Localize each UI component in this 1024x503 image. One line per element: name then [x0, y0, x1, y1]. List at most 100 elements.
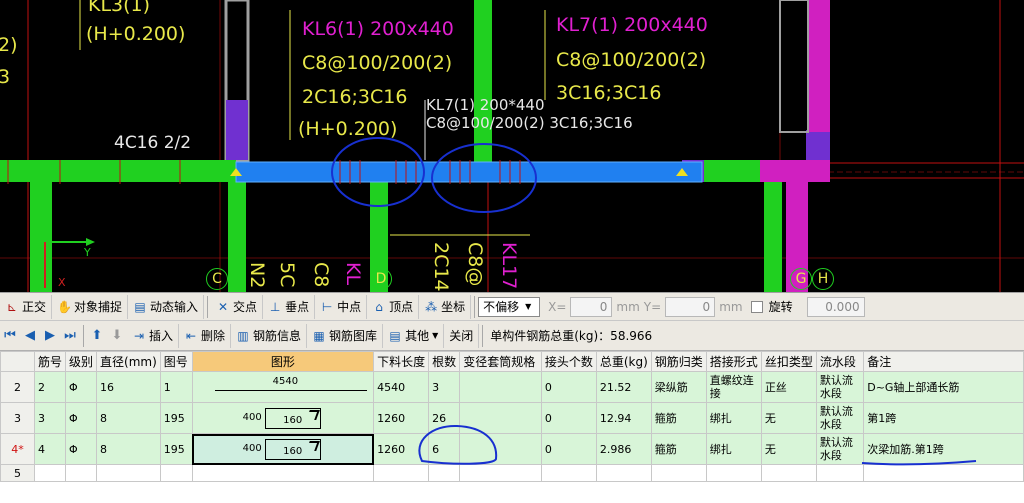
column-header[interactable]: 图号 [159, 351, 193, 372]
empty-cell[interactable] [428, 464, 461, 482]
empty-cell[interactable] [96, 464, 161, 482]
total-weight-cell[interactable]: 2.986 [595, 433, 652, 465]
segment-cell[interactable]: 默认流水段 [815, 402, 865, 434]
column-header[interactable]: 变径套筒规格 [459, 351, 542, 372]
bar-number-cell[interactable]: 2 [34, 371, 67, 403]
empty-cell[interactable] [595, 464, 652, 482]
segment-cell[interactable]: 默认流水段 [815, 433, 865, 465]
diameter-cell[interactable]: 8 [96, 433, 161, 465]
ortho-button[interactable]: ⊾ 正交 [0, 294, 53, 319]
column-header[interactable]: 接头个数 [540, 351, 597, 372]
x-coord-input[interactable] [570, 296, 613, 317]
bar-number-cell[interactable]: 4 [34, 433, 67, 465]
row-number[interactable]: 2 [0, 371, 36, 403]
cad-canvas[interactable]: KL3(1) (H+0.200) 2) 3 KL6(1) 200x440 C8@… [0, 0, 1024, 292]
column-header[interactable] [0, 351, 36, 372]
vertex-snap-button[interactable]: ⌂ 顶点 [367, 294, 420, 319]
column-header[interactable]: 总重(kg) [595, 351, 652, 372]
prev-record-button[interactable]: ◀ [20, 326, 40, 346]
joint-count-cell[interactable]: 0 [540, 433, 597, 465]
sleeve-spec-cell[interactable] [459, 371, 542, 403]
midpoint-snap-button[interactable]: ⊢ 中点 [315, 294, 368, 319]
empty-cell[interactable] [65, 464, 98, 482]
next-record-button[interactable]: ▶ [40, 326, 60, 346]
rebar-info-button[interactable]: ▥ 钢筋信息 [231, 323, 308, 348]
column-header[interactable]: 丝扣类型 [760, 351, 817, 372]
table-row[interactable]: 5 [0, 464, 1024, 482]
table-row[interactable]: 3 3 Φ 8 195 400 160 1260 26 0 12.94 箍筋 绑扎无默认流水段 第1跨 [0, 402, 1024, 434]
thread-type-cell[interactable]: 无 [760, 402, 817, 434]
object-snap-button[interactable]: ✋ 对象捕捉 [52, 294, 129, 319]
empty-cell[interactable] [815, 464, 865, 482]
column-header[interactable]: 直径(mm) [96, 351, 161, 372]
bar-number-cell[interactable]: 3 [34, 402, 67, 434]
rebar-library-button[interactable]: ▦ 钢筋图库 [307, 323, 384, 348]
shape-cell[interactable]: 400 160 [191, 402, 375, 434]
lap-type-cell[interactable]: 绑扎 [705, 402, 762, 434]
column-header[interactable]: 流水段 [815, 351, 865, 372]
total-weight-cell[interactable]: 12.94 [595, 402, 652, 434]
column-header[interactable]: 钢筋归类 [650, 351, 707, 372]
coordinate-snap-button[interactable]: ⁂ 坐标 [419, 294, 472, 319]
empty-cell[interactable] [159, 464, 193, 482]
total-weight-cell[interactable]: 21.52 [595, 371, 652, 403]
column-header[interactable]: 下料长度 [373, 351, 430, 372]
joint-count-cell[interactable]: 0 [540, 402, 597, 434]
row-number[interactable]: 5 [0, 464, 36, 482]
column-header[interactable]: 根数 [428, 351, 461, 372]
empty-cell[interactable] [34, 464, 67, 482]
intersection-snap-button[interactable]: ✕ 交点 [211, 294, 264, 319]
lap-type-cell[interactable]: 绑扎 [705, 433, 762, 465]
grade-cell[interactable]: Φ [65, 402, 98, 434]
empty-cell[interactable] [191, 464, 375, 482]
empty-cell[interactable] [540, 464, 597, 482]
count-cell[interactable]: 3 [428, 371, 461, 403]
empty-cell[interactable] [863, 464, 1024, 482]
category-cell[interactable]: 梁纵筋 [650, 371, 707, 403]
insert-button[interactable]: ⇥ 插入 [127, 323, 180, 348]
column-header[interactable]: 搭接形式 [705, 351, 762, 372]
figure-number-cell[interactable]: 195 [159, 402, 193, 434]
thread-type-cell[interactable]: 无 [760, 433, 817, 465]
segment-cell[interactable]: 默认流水段 [815, 371, 865, 403]
figure-number-cell[interactable]: 1 [159, 371, 193, 403]
rotate-checkbox[interactable] [750, 300, 763, 313]
thread-type-cell[interactable]: 正丝 [760, 371, 817, 403]
delete-button[interactable]: ⇤ 删除 [179, 323, 232, 348]
joint-count-cell[interactable]: 0 [540, 371, 597, 403]
empty-cell[interactable] [760, 464, 817, 482]
column-header[interactable]: 图形 [191, 351, 375, 372]
empty-cell[interactable] [705, 464, 762, 482]
empty-cell[interactable] [650, 464, 707, 482]
last-record-button[interactable]: ⏭ [60, 326, 80, 346]
cut-length-cell[interactable]: 4540 [373, 371, 430, 403]
diameter-cell[interactable]: 8 [96, 402, 161, 434]
move-down-button[interactable]: ⬇ [107, 326, 127, 346]
other-menu-button[interactable]: ▤ 其他 ▼ [383, 323, 445, 348]
grade-cell[interactable]: Φ [65, 371, 98, 403]
column-header[interactable]: 筋号 [34, 351, 67, 372]
row-number[interactable]: 3 [0, 402, 36, 434]
note-cell[interactable]: D~G轴上部通长筋 [863, 371, 1024, 403]
dynamic-input-button[interactable]: ▤ 动态输入 [128, 294, 205, 319]
rotate-angle-input[interactable] [806, 296, 865, 317]
empty-cell[interactable] [459, 464, 542, 482]
first-record-button[interactable]: ⏮ [0, 326, 20, 346]
column-header[interactable]: 备注 [863, 351, 1024, 372]
offset-mode-select[interactable]: 不偏移 ▼ [478, 296, 541, 317]
empty-cell[interactable] [373, 464, 430, 482]
close-button[interactable]: 关闭 [444, 323, 480, 348]
category-cell[interactable]: 箍筋 [650, 433, 707, 465]
perpendicular-snap-button[interactable]: ⊥ 垂点 [263, 294, 316, 319]
column-header[interactable]: 级别 [65, 351, 98, 372]
shape-cell[interactable]: 400 160 [191, 433, 375, 465]
lap-type-cell[interactable]: 直螺纹连接 [705, 371, 762, 403]
table-row[interactable]: 2 2 Φ 16 1 4540 4540 3 0 21.52 梁纵筋 直螺纹连接 正丝 默认流水段 D~G轴… [0, 371, 1024, 403]
y-coord-input[interactable] [665, 296, 716, 317]
figure-number-cell[interactable]: 195 [159, 433, 193, 465]
category-cell[interactable]: 箍筋 [650, 402, 707, 434]
diameter-cell[interactable]: 16 [96, 371, 161, 403]
shape-cell[interactable]: 4540 [191, 371, 375, 403]
move-up-button[interactable]: ⬆ [87, 326, 107, 346]
row-number[interactable]: 4* [0, 433, 36, 465]
